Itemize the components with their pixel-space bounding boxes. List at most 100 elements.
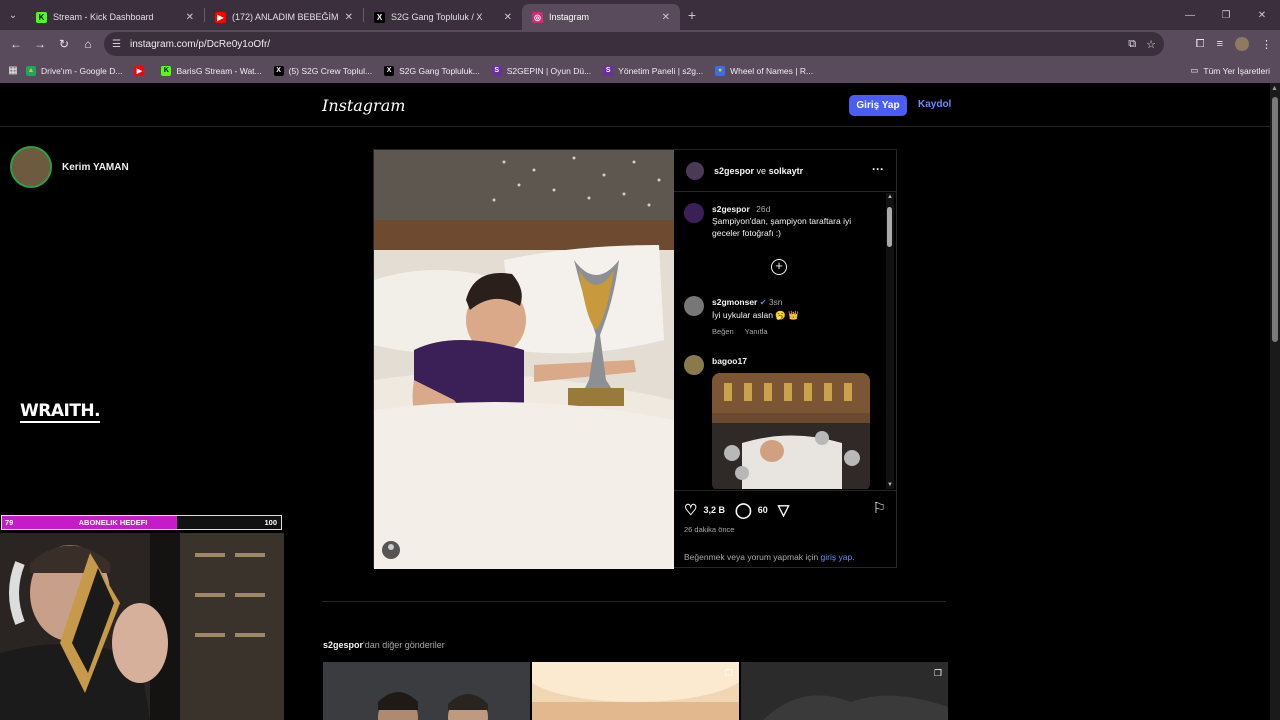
media-controls-icon[interactable]: ≡ (1217, 38, 1223, 50)
tab-label: (172) ANLADIM BEBEĞİM | Ma (232, 12, 339, 22)
web-page: Instagram Giriş Yap Kaydol s2gespor ve s… (0, 83, 1280, 720)
post-sidebar: s2gespor ve solkaytr ··· s2gespor 26d Şa… (674, 150, 896, 569)
instagram-logo[interactable]: Instagram (322, 96, 405, 115)
bookmark-s2g-crew[interactable]: X (5) S2G Crew Toplul... (273, 65, 372, 76)
page-scroll-up-icon[interactable]: ▲ (1271, 85, 1278, 92)
comment-username[interactable]: s2gmonser (712, 297, 757, 307)
more-options-icon[interactable]: ··· (872, 162, 884, 176)
scroll-up-icon[interactable]: ▲ (887, 194, 893, 200)
tab-instagram[interactable]: ◎ Instagram ✕ (522, 4, 680, 30)
close-tab-icon[interactable]: ✕ (186, 12, 194, 23)
comment-avatar[interactable] (684, 296, 704, 316)
address-bar[interactable]: ☰ instagram.com/p/DcRe0y1oOfr/ ⧉ ☆ (104, 32, 1164, 56)
minimize-icon[interactable]: — (1172, 10, 1208, 21)
tab-kick-dashboard[interactable]: K Stream - Kick Dashboard ✕ (26, 4, 204, 30)
comment-reply-button[interactable]: Yanıtla (745, 327, 768, 336)
comment-avatar[interactable] (684, 355, 704, 375)
share-icon[interactable]: ▽ (778, 501, 790, 519)
like-heart-icon[interactable]: ♡ (684, 501, 697, 519)
post-photo[interactable] (374, 150, 674, 569)
apps-grid-icon[interactable]: ▦ (0, 65, 26, 76)
comment-like-button[interactable]: Beğen (712, 327, 734, 336)
bookmark-label: BarisG Stream - Wat... (176, 65, 262, 76)
bookmark-wheel[interactable]: ● Wheel of Names | R... (715, 65, 813, 76)
comment-actions: Beğen Yanıtla (712, 326, 799, 338)
home-icon[interactable]: ⌂ (76, 37, 100, 51)
login-prompt-text: Beğenmek veya yorum yapmak için (684, 552, 819, 562)
load-more-comments-icon[interactable]: + (771, 259, 787, 275)
forward-icon[interactable]: → (28, 37, 52, 51)
youtube-favicon-icon: ▶ (215, 11, 226, 23)
save-bookmark-icon[interactable]: ⚐ (873, 499, 886, 517)
install-app-icon[interactable]: ⧉ (1128, 38, 1136, 51)
likes-count[interactable]: 3,2 B (703, 505, 725, 515)
more-posts-user[interactable]: s2gespor (323, 640, 363, 650)
close-window-icon[interactable]: ✕ (1244, 10, 1280, 21)
all-bookmarks[interactable]: ▭ Tüm Yer İşaretleri (1190, 65, 1270, 76)
bookmark-s2g-gang[interactable]: X S2G Gang Topluluk... (384, 65, 480, 76)
more-post-thumbnail[interactable]: ❐ (532, 662, 739, 720)
new-tab-icon[interactable]: + (680, 7, 704, 23)
tab-x-community[interactable]: X S2G Gang Topluluk / X ✕ (364, 4, 522, 30)
bookmark-s2gepin[interactable]: S S2GEPIN | Oyun Dü... (491, 65, 592, 76)
streamer-avatar (10, 146, 52, 188)
goal-target: 100 (264, 518, 277, 527)
restore-icon[interactable]: ❐ (1208, 10, 1244, 21)
kick-icon: K (161, 65, 172, 76)
tab-search-icon[interactable]: ⌄ (0, 10, 26, 21)
thumbnail-graphic (378, 692, 488, 720)
browser-menu-icon[interactable]: ⋮ (1261, 38, 1272, 51)
close-tab-icon[interactable]: ✕ (662, 12, 670, 23)
comment-text: İyi uykular aslan 🥱 👑 (712, 310, 799, 320)
bookmark-yonetim[interactable]: S Yönetim Paneli | s2g... (603, 65, 704, 76)
coauthor-username[interactable]: solkaytr (769, 166, 804, 176)
more-post-thumbnail[interactable] (323, 662, 530, 720)
login-button[interactable]: Giriş Yap (849, 95, 907, 116)
bookmark-label: S2GEPIN | Oyun Dü... (506, 65, 592, 76)
caption-avatar[interactable] (684, 203, 704, 223)
caption-username[interactable]: s2gespor (712, 204, 750, 214)
bookmark-label: Yönetim Paneli | s2g... (618, 65, 704, 76)
tab-label: Instagram (549, 12, 590, 22)
bookmark-youtube[interactable]: ▶ (134, 65, 149, 76)
login-prompt: Beğenmek veya yorum yapmak için giriş ya… (684, 552, 855, 562)
reload-icon[interactable]: ↻ (52, 37, 76, 51)
page-scrollbar[interactable]: ▲ (1270, 83, 1280, 720)
thumbnail-graphic (763, 695, 948, 720)
owner-avatar[interactable] (686, 161, 704, 180)
bookmark-star-icon[interactable]: ☆ (1146, 38, 1156, 51)
more-post-thumbnail[interactable]: ❐ (741, 662, 948, 720)
coauthor-join: ve (756, 165, 767, 176)
owner-username[interactable]: s2gespor (714, 166, 754, 176)
bookmark-drive[interactable]: ▲ Drive'ım - Google D... (26, 65, 122, 76)
extensions-icon[interactable]: ⧠ (1196, 38, 1205, 51)
comments-scrollbar[interactable]: ▲ ▼ (886, 193, 894, 489)
close-tab-icon[interactable]: ✕ (504, 12, 512, 23)
comment-icon[interactable]: ◯ (735, 501, 752, 519)
bookmark-barisg[interactable]: K BarisG Stream - Wat... (161, 65, 262, 76)
site-info-icon[interactable]: ☰ (112, 39, 126, 50)
signup-link[interactable]: Kaydol (918, 99, 951, 110)
close-tab-icon[interactable]: ✕ (345, 12, 353, 23)
browser-tab-strip: ⌄ K Stream - Kick Dashboard ✕ ▶ (172) AN… (0, 0, 1280, 30)
all-bookmarks-label: Tüm Yer İşaretleri (1203, 65, 1270, 76)
tab-youtube[interactable]: ▶ (172) ANLADIM BEBEĞİM | Ma ✕ (205, 4, 363, 30)
x-favicon-icon: X (374, 11, 385, 23)
back-icon[interactable]: ← (4, 37, 28, 51)
comment-image[interactable] (712, 373, 870, 489)
login-prompt-link[interactable]: giriş yap (821, 552, 853, 562)
post-time: 26 dakika önce (684, 525, 735, 534)
instagram-header: Instagram Giriş Yap Kaydol (0, 83, 1270, 127)
comments-list[interactable]: s2gespor 26d Şampiyon'dan, şampiyon tara… (674, 193, 896, 489)
caption-item: s2gespor 26d Şampiyon'dan, şampiyon tara… (684, 203, 874, 239)
comment-username[interactable]: bagoo17 (712, 356, 747, 366)
scroll-down-icon[interactable]: ▼ (887, 482, 893, 488)
profile-avatar-icon[interactable] (1235, 37, 1249, 51)
page-scroll-thumb[interactable] (1272, 97, 1278, 342)
instagram-favicon-icon: ◎ (532, 11, 543, 23)
comment-image-graphic (712, 373, 870, 489)
post-actions: ♡ 3,2 B ◯ 60 ▽ ⚐ 26 dakika önce Beğenmek… (674, 490, 896, 569)
scroll-thumb[interactable] (887, 207, 892, 247)
post-photo-image (374, 150, 674, 569)
comment-body: bagoo17 (712, 355, 870, 489)
